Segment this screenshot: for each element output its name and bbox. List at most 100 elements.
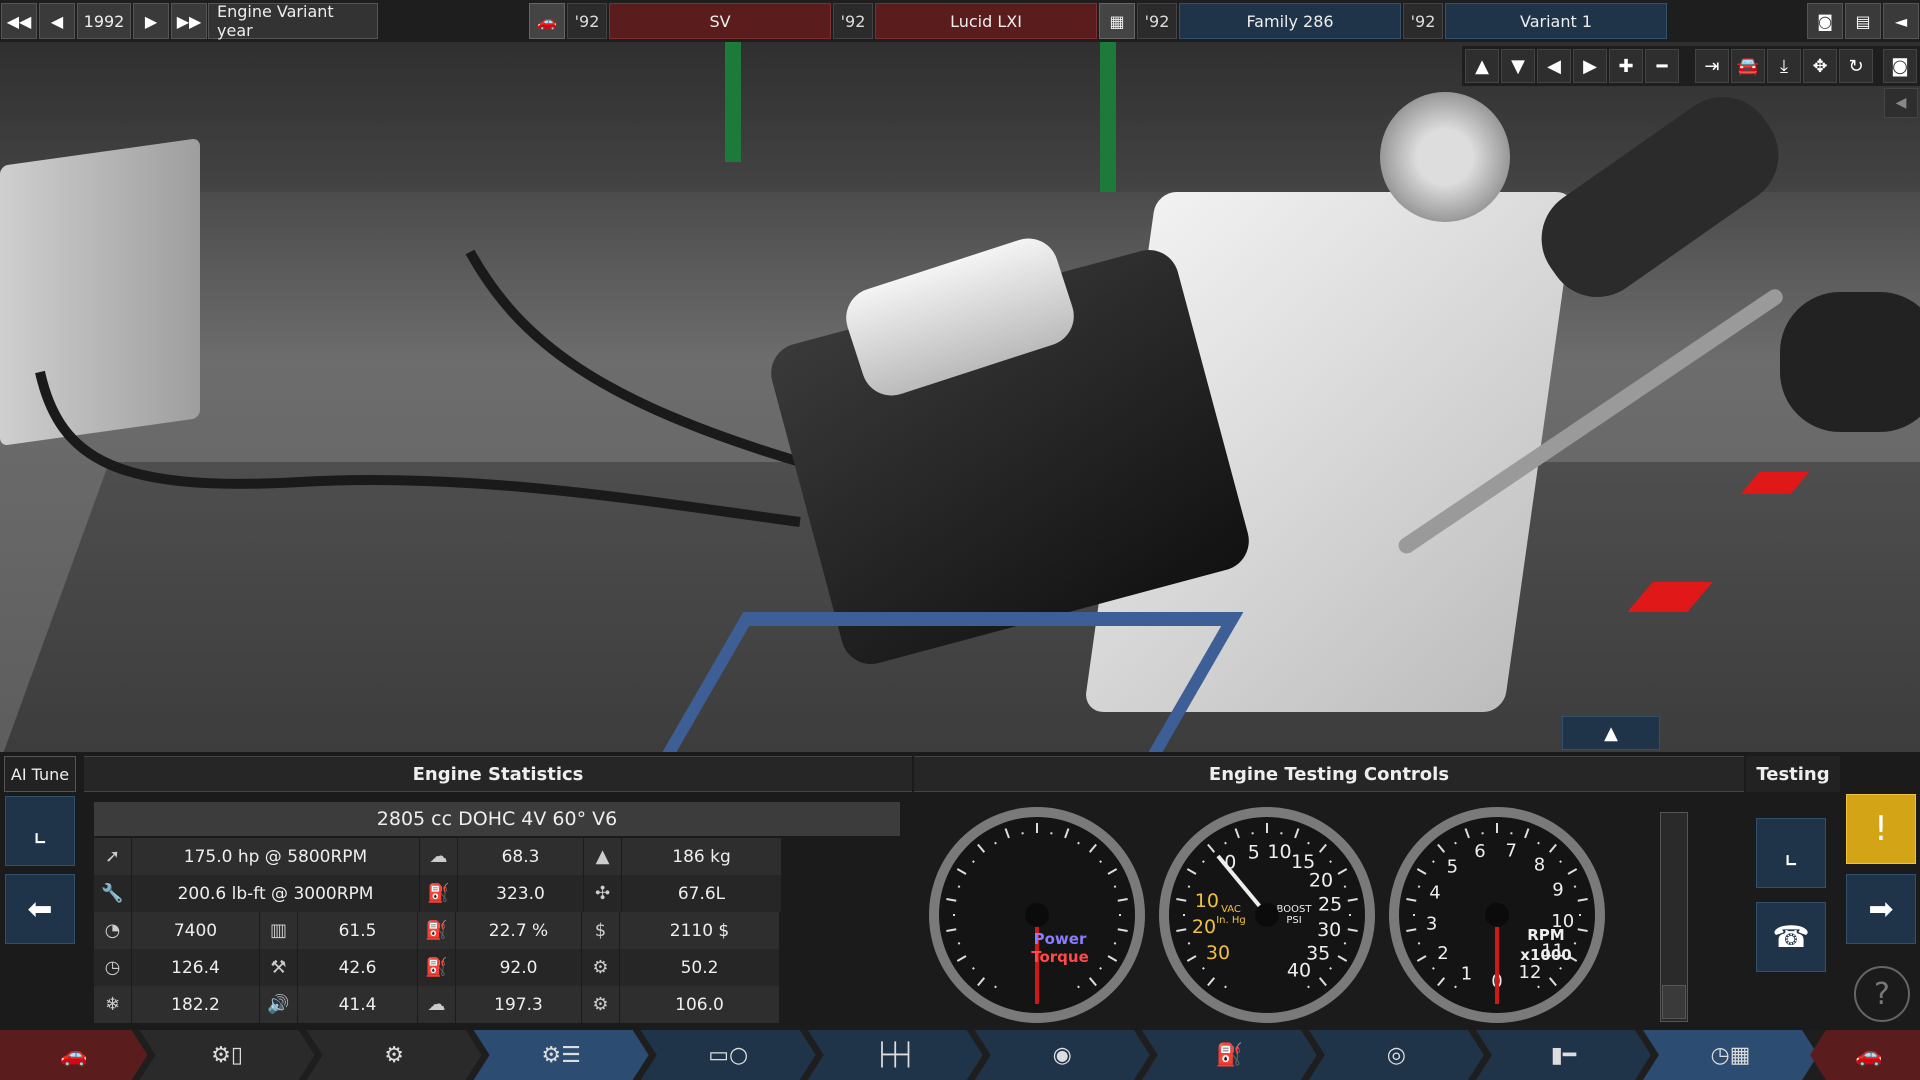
gauge-tick — [1417, 885, 1421, 888]
engine-family-button[interactable]: Family 286 — [1179, 3, 1401, 39]
collapse-left-icon[interactable]: ◀ — [1884, 88, 1918, 118]
camera-up-icon[interactable]: ▲ — [1465, 49, 1499, 83]
engine-stand — [656, 612, 1244, 752]
engine-description: 2805 cc DOHC 4V 60° V6 — [94, 802, 900, 836]
testing-column: Testing ⌞ ☎ ! ➡ ? — [1746, 752, 1920, 1030]
gauge-tick — [1099, 966, 1102, 970]
stat-octane: 92.0 — [456, 949, 582, 986]
noise-icon: 🔊 — [260, 986, 298, 1023]
weight-icon: ▲ — [584, 838, 622, 875]
throttle-slider-knob[interactable] — [1662, 985, 1686, 1019]
nav-exhaust-icon[interactable]: ◎ — [1309, 1030, 1484, 1080]
stat-row: 🔧 200.6 lb-ft @ 3000RPM ⛽ 323.0 ✣ 67.6L — [94, 875, 900, 912]
reset-view-icon[interactable]: ↻ — [1839, 49, 1873, 83]
fuel-economy-icon: ⛽ — [420, 875, 458, 912]
nav-engine-design-icon[interactable]: ⚙ — [307, 1030, 482, 1080]
previous-step-icon[interactable]: ⬅ — [5, 874, 75, 944]
vac-tick-label: 20 — [1192, 916, 1216, 938]
vac-tick-label: 30 — [1206, 942, 1230, 964]
stat-reliability: 42.6 — [298, 949, 418, 986]
photo-mode-icon[interactable]: ◙ — [1883, 49, 1917, 83]
turbo-housing — [1380, 92, 1510, 222]
stat-weight: 186 kg — [622, 838, 782, 875]
rewind-icon[interactable]: ◀ — [39, 3, 75, 39]
gauge-tick — [1113, 885, 1117, 888]
camera-right-icon[interactable]: ▶ — [1573, 49, 1607, 83]
run-test-icon[interactable]: ☎ — [1756, 902, 1826, 972]
gauge-tick — [1573, 942, 1577, 945]
zoom-in-icon[interactable]: ✚ — [1609, 49, 1643, 83]
gauge-tick — [972, 966, 975, 970]
gauge-tick — [1559, 966, 1562, 970]
gauge-tick — [1432, 966, 1435, 970]
throttle-slider[interactable] — [1660, 812, 1688, 1022]
top-bar: ◀◀ ◀ 1992 ▶ ▶▶ Engine Variant year 🚗 '92… — [0, 0, 1920, 42]
drop-view-icon[interactable]: ⤓ — [1767, 49, 1801, 83]
rpm-tick-label: 1 — [1461, 964, 1472, 985]
nav-bottom-end-icon[interactable]: ▭○ — [641, 1030, 816, 1080]
gauge-tick — [1454, 841, 1457, 845]
nav-tuning-icon[interactable]: ▮━ — [1476, 1030, 1651, 1080]
expand-panel-icon[interactable]: ▲ — [1562, 716, 1660, 750]
car-model-year: '92 — [567, 3, 607, 39]
gauge-tick — [1343, 885, 1347, 888]
gauge-tick — [1537, 985, 1540, 989]
calculator-icon[interactable]: ▤ — [1845, 3, 1881, 39]
hose-cable — [35, 249, 802, 527]
green-pipe — [725, 42, 741, 162]
rpm-tick-label: 5 — [1447, 856, 1458, 877]
gauge-tick — [1343, 942, 1347, 945]
car-model-button[interactable]: SV — [609, 3, 831, 39]
boost-tick-label: 25 — [1318, 894, 1342, 916]
stat-size: 67.6L — [622, 875, 782, 912]
pan-icon[interactable]: ✥ — [1803, 49, 1837, 83]
stat-cost: 2110 $ — [620, 912, 780, 949]
screenshot-icon[interactable]: ◙ — [1807, 3, 1843, 39]
gauge-tick — [1329, 860, 1332, 864]
help-icon[interactable]: ? — [1854, 966, 1910, 1022]
stat-efficiency: 22.7 % — [456, 912, 582, 949]
bottom-navigation: 🚗 ⚙▯ ⚙ ⚙☰ ▭○ ├┼┤ ◉ ⛽ ◎ ▮━ ◷▦ 🚗 — [0, 1030, 1920, 1080]
ai-tune-column: AI Tune ⌞ ⬅ — [0, 752, 80, 1030]
back-icon[interactable]: ◄ — [1883, 3, 1919, 39]
gauge-tick — [1573, 885, 1577, 888]
zoom-out-icon[interactable]: ━ — [1645, 49, 1679, 83]
gauge-tick — [1329, 966, 1332, 970]
cooling-icon: ❄ — [94, 986, 132, 1023]
trim-button[interactable]: Lucid LXI — [875, 3, 1097, 39]
nav-engine-tune-icon[interactable]: ⚙☰ — [474, 1030, 649, 1080]
exhaust-icon: ☁ — [418, 986, 456, 1023]
nav-top-end-icon[interactable]: ├┼┤ — [808, 1030, 983, 1080]
nav-fuel-icon[interactable]: ⛽ — [1142, 1030, 1317, 1080]
camera-down-icon[interactable]: ▼ — [1501, 49, 1535, 83]
nav-engine-family-icon[interactable]: ⚙▯ — [140, 1030, 315, 1080]
nav-aspiration-icon[interactable]: ◉ — [975, 1030, 1150, 1080]
warning-icon[interactable]: ! — [1846, 794, 1916, 864]
forward-fast-icon[interactable]: ▶▶ — [171, 3, 207, 39]
car-view-icon[interactable]: 🚘 — [1731, 49, 1765, 83]
trim-year: '92 — [833, 3, 873, 39]
stat-power: 175.0 hp @ 5800RPM — [132, 838, 420, 875]
nav-test-icon[interactable]: ◷▦ — [1643, 1030, 1818, 1080]
camera-left-icon[interactable]: ◀ — [1537, 49, 1571, 83]
next-step-icon[interactable]: ➡ — [1846, 874, 1916, 944]
ai-tune-graph-icon[interactable]: ⌞ — [5, 796, 75, 866]
gauge-tick — [1417, 942, 1421, 945]
dyno-graph-icon[interactable]: ⌞ — [1756, 818, 1826, 888]
nav-car-icon[interactable]: 🚗 — [0, 1030, 148, 1080]
gauge-tick — [972, 860, 975, 864]
engine-variant-button[interactable]: Variant 1 — [1445, 3, 1667, 39]
forward-icon[interactable]: ▶ — [133, 3, 169, 39]
engine-testing-panel: Engine Testing Controls Power Torque 051… — [914, 752, 1744, 1030]
engine-3d-viewport[interactable] — [0, 42, 1920, 752]
gauge-tick — [1537, 841, 1540, 845]
power-icon: ➚ — [94, 838, 132, 875]
nav-car-design-icon[interactable]: 🚗 — [1809, 1030, 1920, 1080]
rpm-tick-label: 9 — [1552, 880, 1563, 901]
rpm-tick-label: 2 — [1437, 943, 1448, 964]
engine-statistics-title: Engine Statistics — [84, 756, 912, 792]
rewind-fast-icon[interactable]: ◀◀ — [1, 3, 37, 39]
boost-tick-label: 10 — [1267, 841, 1291, 863]
power-torque-gauge: Power Torque — [929, 807, 1145, 1023]
explode-view-icon[interactable]: ⇥ — [1695, 49, 1729, 83]
